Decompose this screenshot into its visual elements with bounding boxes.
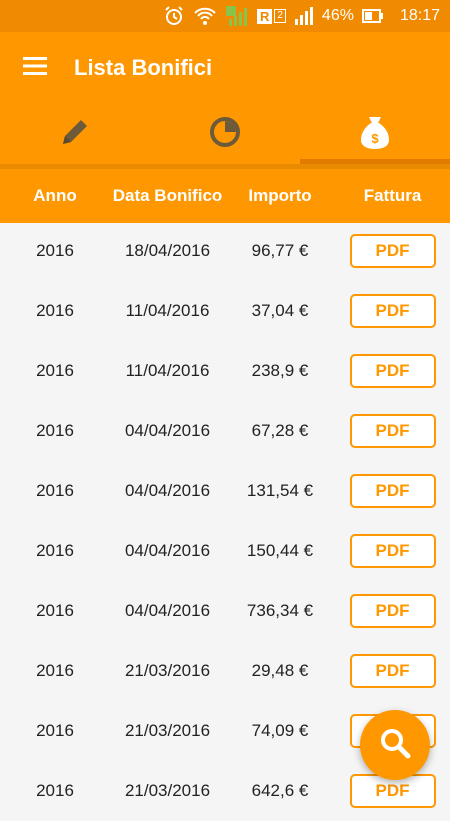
header-importo: Importo xyxy=(248,186,312,205)
tab-statistics[interactable] xyxy=(150,104,300,164)
cell-anno: 2016 xyxy=(36,301,74,320)
sim-badge: R 2 xyxy=(256,8,286,24)
pdf-button[interactable]: PDF xyxy=(349,654,436,688)
clock: 18:17 xyxy=(399,7,440,24)
table-header: Anno Data Bonifico Importo Fattura xyxy=(0,169,450,223)
menu-button[interactable] xyxy=(20,53,50,83)
cell-data: 04/04/2016 xyxy=(124,481,211,500)
cell-data: 21/03/2016 xyxy=(124,661,211,680)
cell-importo: 150,44 € xyxy=(246,541,314,560)
table-row: 2016 21/03/2016 29,48 € PDF xyxy=(0,641,450,701)
cell-importo: 96,77 € xyxy=(251,241,309,260)
cell-importo: 67,28 € xyxy=(251,421,309,440)
header-fattura: Fattura xyxy=(363,186,422,205)
pie-chart-icon xyxy=(208,115,242,154)
header-data-bonifico: Data Bonifico xyxy=(112,186,223,205)
table-row: 2016 04/04/2016 67,28 € PDF xyxy=(0,401,450,461)
cell-anno: 2016 xyxy=(36,601,74,620)
table-row: 2016 04/04/2016 150,44 € PDF xyxy=(0,521,450,581)
cell-importo: 736,34 € xyxy=(246,601,314,620)
pdf-button[interactable]: PDF xyxy=(349,534,436,568)
cell-importo: 131,54 € xyxy=(246,481,314,500)
status-bar: R 2 46% 18:17 xyxy=(0,0,450,32)
cell-importo: 29,48 € xyxy=(251,661,309,680)
pdf-button[interactable]: PDF xyxy=(349,234,436,268)
money-bag-icon: $ xyxy=(357,113,393,156)
cell-data: 11/04/2016 xyxy=(125,361,210,380)
cell-anno: 2016 xyxy=(36,361,74,380)
cell-importo: 238,9 € xyxy=(251,361,309,380)
battery-icon xyxy=(361,9,384,23)
cell-anno: 2016 xyxy=(36,481,74,500)
cell-importo: 74,09 € xyxy=(251,721,309,740)
tab-bonifici[interactable]: $ xyxy=(300,104,450,164)
cell-data: 11/04/2016 xyxy=(125,301,210,320)
pdf-button[interactable]: PDF xyxy=(349,354,436,388)
battery-percent: 46% xyxy=(321,7,354,24)
header-anno: Anno xyxy=(33,186,77,205)
table-row: 2016 18/04/2016 96,77 € PDF xyxy=(0,221,450,281)
cell-data: 21/03/2016 xyxy=(124,721,211,740)
search-icon xyxy=(378,726,412,765)
cell-data: 04/04/2016 xyxy=(124,601,211,620)
cell-data: 04/04/2016 xyxy=(124,541,211,560)
cell-data: 04/04/2016 xyxy=(124,421,211,440)
pdf-button[interactable]: PDF xyxy=(349,414,436,448)
cell-anno: 2016 xyxy=(36,781,74,800)
tab-edit[interactable] xyxy=(0,104,150,164)
cell-anno: 2016 xyxy=(36,721,74,740)
wifi-icon xyxy=(193,6,217,26)
cell-anno: 2016 xyxy=(36,241,74,260)
pdf-button[interactable]: PDF xyxy=(349,594,436,628)
table-row: 2016 04/04/2016 736,34 € PDF xyxy=(0,581,450,641)
cell-data: 21/03/2016 xyxy=(124,781,211,800)
cell-anno: 2016 xyxy=(36,421,74,440)
signal-green-icon xyxy=(225,5,249,27)
cell-anno: 2016 xyxy=(36,661,74,680)
page-title: Lista Bonifici xyxy=(74,55,213,80)
tab-bar: $ xyxy=(0,104,450,164)
cell-importo: 642,6 € xyxy=(251,781,309,800)
pencil-icon xyxy=(59,116,91,153)
cell-importo: 37,04 € xyxy=(251,301,309,320)
svg-text:$: $ xyxy=(371,131,379,146)
hamburger-menu-icon xyxy=(23,56,47,80)
table-row: 2016 11/04/2016 37,04 € PDF xyxy=(0,281,450,341)
cell-data: 18/04/2016 xyxy=(124,241,211,260)
cell-anno: 2016 xyxy=(36,541,74,560)
alarm-icon xyxy=(163,5,185,27)
app-toolbar: Lista Bonifici xyxy=(0,32,450,104)
pdf-button[interactable]: PDF xyxy=(349,474,436,508)
pdf-button[interactable]: PDF xyxy=(349,294,436,328)
search-fab-button[interactable] xyxy=(360,710,430,780)
table-row: 2016 11/04/2016 238,9 € PDF xyxy=(0,341,450,401)
signal-icon xyxy=(294,6,314,26)
table-row: 2016 04/04/2016 131,54 € PDF xyxy=(0,461,450,521)
